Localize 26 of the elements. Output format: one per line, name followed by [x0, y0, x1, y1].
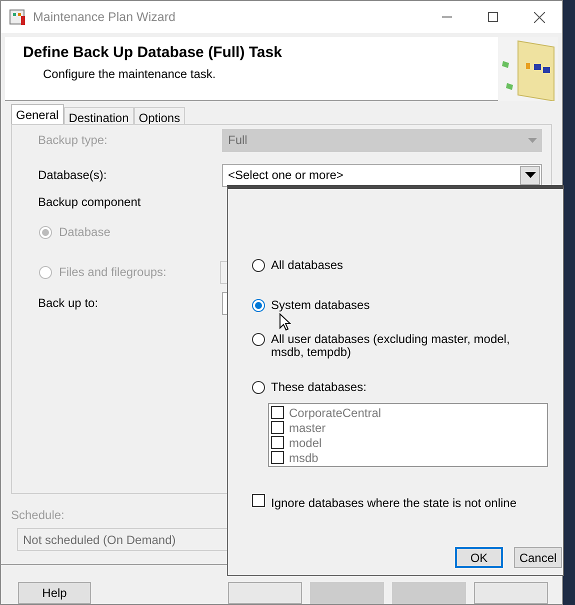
ok-button[interactable]: OK [455, 547, 503, 568]
tab[interactable]: Destination [64, 107, 134, 124]
option-label: All databases [271, 259, 344, 272]
schedule-label: Schedule: [11, 507, 66, 524]
option-label: These databases: [271, 381, 366, 394]
list-item-label: model [289, 434, 322, 452]
window-title: Maintenance Plan Wizard [33, 8, 176, 26]
checkbox-label: Ignore databases where the state is not online [271, 495, 516, 512]
databases-dropdown[interactable]: <Select one or more> [222, 164, 542, 186]
tab[interactable]: General [11, 104, 64, 124]
option-label: All user databases (excluding master, model, msdb, tempdb) [271, 333, 511, 359]
list-item-label: CorporateCentral [289, 404, 382, 422]
cancel-button[interactable]: Cancel [514, 547, 562, 568]
help-button[interactable]: Help [18, 582, 91, 604]
field-label: Database(s): [37, 167, 108, 184]
field-label: Backup type: [37, 132, 108, 149]
list-item-label: master [289, 420, 326, 436]
option-label: Files and filegroups: [59, 264, 166, 281]
option-label: System databases [271, 299, 370, 312]
list-item-label: msdb [289, 450, 318, 466]
section-label: Backup component [38, 194, 142, 211]
page-subtitle: Configure the maintenance task. [43, 66, 217, 82]
option-label: Database [59, 224, 110, 241]
page-title: Define Back Up Database (Full) Task [23, 43, 282, 63]
field-label: Back up to: [37, 295, 100, 312]
tab[interactable]: Options [134, 107, 186, 124]
